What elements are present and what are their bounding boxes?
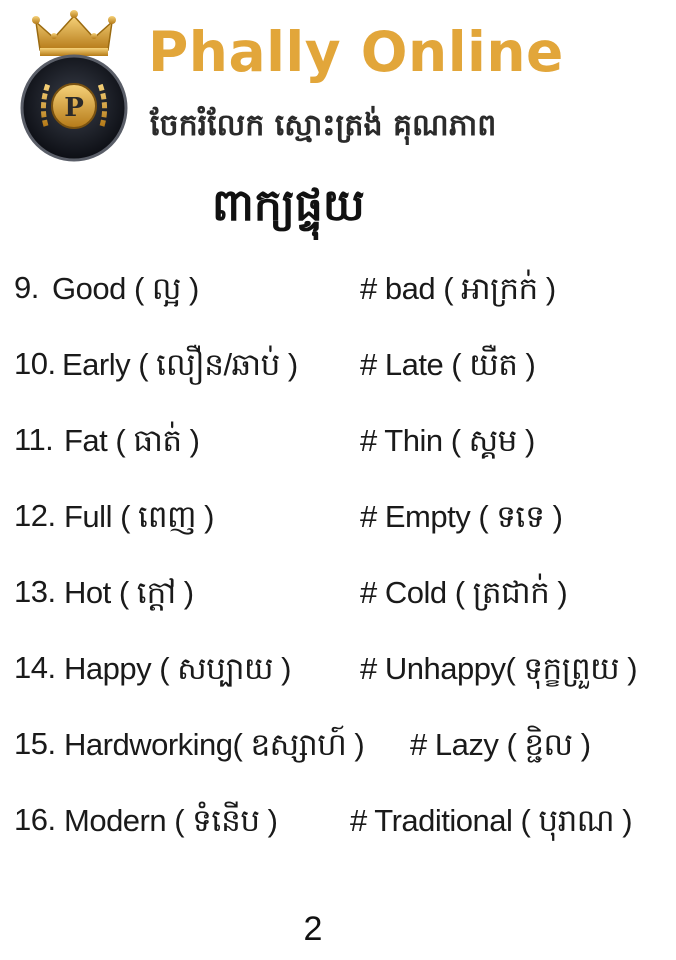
word-right: # Unhappy( ទុក្ខព្រួយ )	[360, 651, 638, 686]
list-item: 12. Full ( ពេញ ) # Empty ( ទទេ )	[0, 486, 676, 562]
word-right: # Late ( យឺត )	[360, 347, 536, 382]
word-right: # Lazy ( ខ្ជិល )	[410, 727, 591, 762]
item-number: 15.	[14, 726, 56, 761]
crown-logo-icon: P	[20, 10, 128, 162]
list-item: 13. Hot ( ក្តៅ ) # Cold ( ត្រជាក់ )	[0, 562, 676, 638]
header: P Phally Online ចែករំលែក ស្មោះត្រង់ គុណភ…	[0, 0, 676, 170]
word-right: # Traditional ( បុរាណ )	[350, 803, 633, 838]
word-right: # bad ( អាក្រក់ )	[360, 271, 556, 306]
word-left: Modern ( ទំនើប )	[64, 803, 278, 838]
section-title: ពាក្យផ្ទុយ	[212, 180, 365, 231]
word-right: # Thin ( ស្គម )	[360, 423, 535, 458]
word-left: Full ( ពេញ )	[64, 499, 214, 534]
list-item: 15. Hardworking( ឧស្សាហ៍ ) # Lazy ( ខ្ជិ…	[0, 714, 676, 790]
brand-title: Phally Online	[148, 20, 564, 84]
word-right: # Cold ( ត្រជាក់ )	[360, 575, 568, 610]
logo-letter: P	[64, 93, 84, 123]
item-number: 12.	[14, 498, 56, 533]
list-item: 14. Happy ( សប្បាយ ) # Unhappy( ទុក្ខព្រ…	[0, 638, 676, 714]
page-number: 2	[303, 910, 323, 948]
word-left: Hot ( ក្តៅ )	[64, 575, 194, 610]
word-left: Good ( ល្អ )	[52, 271, 199, 306]
word-left: Hardworking( ឧស្សាហ៍ )	[64, 727, 365, 762]
item-number: 11.	[14, 422, 54, 457]
list-item: 10. Early ( លឿន/ឆាប់ ) # Late ( យឺត )	[0, 334, 676, 410]
word-right: # Empty ( ទទេ )	[360, 499, 563, 534]
item-number: 10.	[14, 346, 56, 381]
item-number: 14.	[14, 650, 56, 685]
list-item: 9. Good ( ល្អ ) # bad ( អាក្រក់ )	[0, 258, 676, 334]
item-number: 9.	[14, 270, 39, 305]
list-item: 11. Fat ( ធាត់ ) # Thin ( ស្គម )	[0, 410, 676, 486]
item-number: 16.	[14, 802, 56, 837]
word-left: Early ( លឿន/ឆាប់ )	[62, 347, 298, 382]
brand-tagline: ចែករំលែក ស្មោះត្រង់ គុណភាព	[150, 108, 497, 143]
word-left: Fat ( ធាត់ )	[64, 423, 200, 458]
antonym-list: 9. Good ( ល្អ ) # bad ( អាក្រក់ ) 10. Ea…	[0, 258, 676, 866]
list-item: 16. Modern ( ទំនើប ) # Traditional ( បុរ…	[0, 790, 676, 866]
word-left: Happy ( សប្បាយ )	[64, 651, 291, 686]
item-number: 13.	[14, 574, 56, 609]
